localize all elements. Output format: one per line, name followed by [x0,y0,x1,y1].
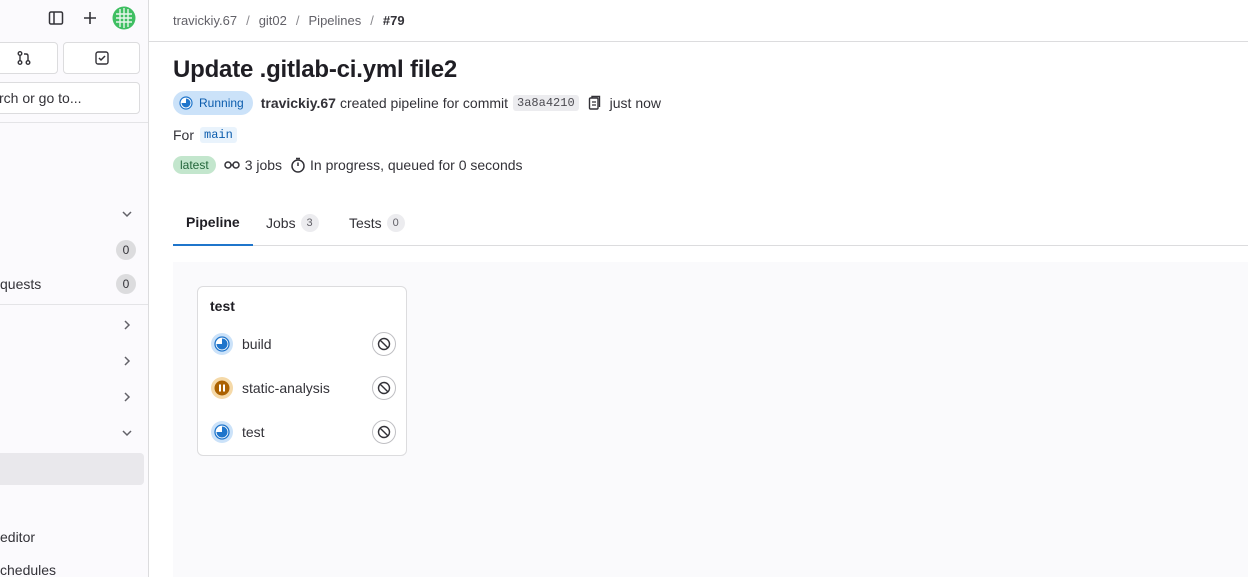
sidebar-toggle-icon [48,11,64,25]
action-text: created pipeline for commit [339,95,509,111]
issues-count: 0 [116,240,136,260]
sidebar-item-build[interactable] [0,418,148,448]
breadcrumb-user[interactable]: travickiy.67 [173,13,237,28]
sidebar-item-label: quests [0,276,42,292]
breadcrumb-pipelines[interactable]: Pipelines [309,13,362,28]
sidebar-item-merge-requests[interactable]: quests 0 [0,269,148,299]
jobs-count: 3 jobs [223,157,283,173]
job-name: static-analysis [242,380,330,396]
chevron-right-icon [124,392,131,402]
page-title: Update .gitlab-ci.yml file2 [173,56,457,83]
tab-label: Tests [349,214,382,231]
jobs-count-text: 3 jobs [244,157,283,173]
tab-label: Jobs [266,214,296,231]
sidebar-item-collapsible[interactable] [0,199,148,229]
progress-text: In progress, queued for 0 seconds [310,157,523,173]
search-input[interactable]: rch or go to... [0,82,140,114]
pipeline-ref: For main [173,127,237,143]
stage-title: test [210,298,235,314]
merge-requests-count: 0 [116,274,136,294]
merge-request-icon [17,51,31,65]
avatar [112,6,136,30]
chevron-down-icon [122,211,132,218]
todo-check-icon [94,51,109,65]
chevron-right-icon [124,320,131,330]
sidebar-top [0,6,148,32]
tab-tests[interactable]: Tests 0 [349,199,405,246]
sidebar-item-pipeline-schedules[interactable]: chedules [0,555,148,577]
timer-icon [291,157,305,173]
sidebar-divider [0,304,148,305]
tab-count: 3 [300,213,319,232]
author-link[interactable]: travickiy.67 [261,95,336,111]
status-badge[interactable]: Running [173,91,253,115]
cancel-icon [377,337,391,351]
tab-label: Pipeline [186,213,240,230]
stage-column: test build static-analysis test [197,286,407,456]
latest-badge: latest [173,156,216,174]
chevron-right-icon [124,356,131,366]
pipeline-time: just now [609,95,661,111]
plus-icon [84,12,96,24]
cancel-icon [377,381,391,395]
status-running-icon [179,96,193,110]
sidebar-item-issues[interactable]: 0 [0,235,148,265]
sidebar-item-section-3[interactable] [0,382,148,412]
commit-sha[interactable]: 3a8a4210 [513,95,579,111]
status-label: Running [199,96,244,110]
sidebar-item-label: chedules [0,562,57,577]
sidebar-item-pipeline-editor[interactable]: editor [0,522,148,552]
breadcrumb-separator: / [246,13,250,28]
tab-jobs[interactable]: Jobs 3 [266,199,319,246]
job-item[interactable]: test [210,419,396,445]
sidebar-item-section-1[interactable] [0,310,148,340]
branch-link[interactable]: main [200,127,237,143]
sidebar: rch or go to... 0 quests 0 editor chedul… [0,0,149,577]
status-running-icon [211,421,233,443]
status-manual-icon [211,377,233,399]
create-new-button[interactable] [78,6,102,30]
merge-requests-button[interactable] [0,42,58,74]
cancel-job-button[interactable] [372,420,396,444]
breadcrumb-separator: / [295,13,300,28]
todos-button[interactable] [63,42,140,74]
cancel-icon [377,425,391,439]
cancel-job-button[interactable] [372,376,396,400]
tab-pipeline[interactable]: Pipeline [173,199,253,246]
toggle-sidebar-button[interactable] [44,6,68,30]
for-label: For [173,127,194,143]
sidebar-item-section-2[interactable] [0,346,148,376]
breadcrumb-separator: / [370,13,374,28]
pipeline-graph: test build static-analysis test [173,262,1248,577]
status-running-icon [211,333,233,355]
tab-count: 0 [386,213,405,232]
pipeline-jobs-icon [223,161,240,169]
pipeline-duration: In progress, queued for 0 seconds [290,157,523,173]
breadcrumb-project[interactable]: git02 [259,13,287,28]
job-name: build [242,336,272,352]
pipeline-tabs: Pipeline Jobs 3 Tests 0 [173,199,1248,246]
job-item[interactable]: build [210,331,396,357]
search-placeholder: rch or go to... [0,90,82,106]
copy-icon [588,95,600,110]
pipeline-meta: Running travickiy.67 created pipeline fo… [173,91,661,115]
sidebar-item-pipelines-active[interactable] [0,453,144,485]
chevron-down-icon [122,430,132,437]
job-item[interactable]: static-analysis [210,375,396,401]
copy-sha-button[interactable] [588,95,602,111]
pipeline-badges: latest 3 jobs In progress, queued for 0 … [173,154,523,176]
sidebar-divider [0,122,148,123]
job-name: test [242,424,265,440]
cancel-job-button[interactable] [372,332,396,356]
user-avatar-button[interactable] [112,6,136,30]
breadcrumb: travickiy.67 / git02 / Pipelines / #79 [149,0,1248,42]
sidebar-item-label: editor [0,529,36,545]
breadcrumb-current[interactable]: #79 [383,13,405,28]
